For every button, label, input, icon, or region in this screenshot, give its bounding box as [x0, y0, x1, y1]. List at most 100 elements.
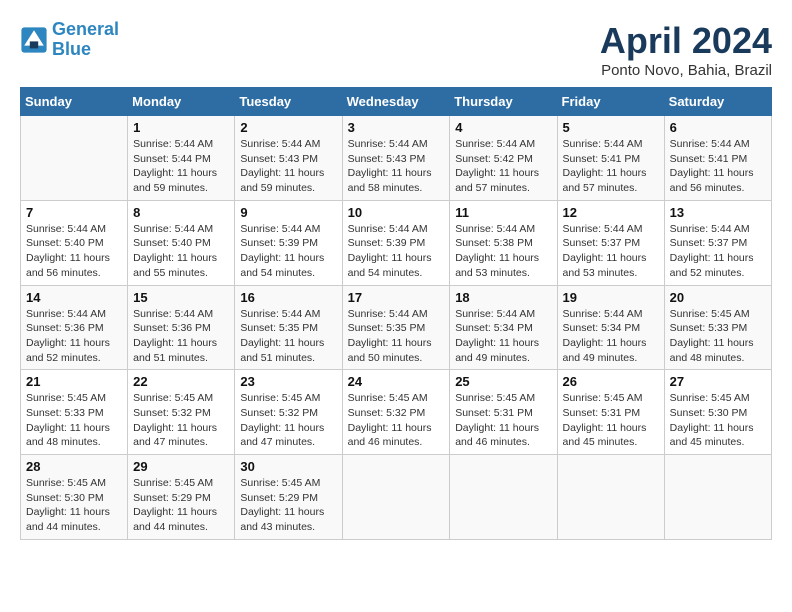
- calendar-cell: [21, 116, 128, 201]
- day-info: Sunrise: 5:45 AM Sunset: 5:32 PM Dayligh…: [240, 391, 336, 450]
- calendar-cell: 26Sunrise: 5:45 AM Sunset: 5:31 PM Dayli…: [557, 370, 664, 455]
- calendar-cell: 20 Sunrise: 5:45 AM Sunset: 5:33 PM Dayli…: [664, 285, 771, 370]
- calendar-cell: 9 Sunrise: 5:44 AM Sunset: 5:39 PM Daylig…: [235, 200, 342, 285]
- day-number: 16: [240, 290, 336, 305]
- calendar-cell: [664, 455, 771, 540]
- day-number: 15: [133, 290, 229, 305]
- calendar-cell: 7 Sunrise: 5:44 AM Sunset: 5:40 PM Daylig…: [21, 200, 128, 285]
- calendar-week-row: 7 Sunrise: 5:44 AM Sunset: 5:40 PM Daylig…: [21, 200, 772, 285]
- day-number: 13: [670, 205, 766, 220]
- column-header-friday: Friday: [557, 88, 664, 116]
- calendar-cell: 14 Sunrise: 5:44 AM Sunset: 5:36 PM Dayli…: [21, 285, 128, 370]
- location-subtitle: Ponto Novo, Bahia, Brazil: [600, 62, 772, 79]
- day-number: 12: [563, 205, 659, 220]
- calendar-cell: [450, 455, 557, 540]
- day-number: 7: [26, 205, 122, 220]
- day-info: Sunrise: 5:44 AM Sunset: 5:39 PM Dayligh…: [240, 222, 336, 281]
- day-info: Sunrise: 5:45 AM Sunset: 5:29 PM Dayligh…: [133, 476, 229, 535]
- day-number: 9: [240, 205, 336, 220]
- month-title: April 2024: [600, 20, 772, 62]
- logo-text: General Blue: [52, 20, 119, 60]
- calendar-table: SundayMondayTuesdayWednesdayThursdayFrid…: [20, 87, 772, 540]
- column-header-thursday: Thursday: [450, 88, 557, 116]
- calendar-body: 1Sunrise: 5:44 AM Sunset: 5:44 PM Daylig…: [21, 116, 772, 540]
- calendar-cell: 23 Sunrise: 5:45 AM Sunset: 5:32 PM Dayli…: [235, 370, 342, 455]
- calendar-cell: 8 Sunrise: 5:44 AM Sunset: 5:40 PM Daylig…: [128, 200, 235, 285]
- calendar-cell: 13 Sunrise: 5:44 AM Sunset: 5:37 PM Dayli…: [664, 200, 771, 285]
- calendar-cell: 28 Sunrise: 5:45 AM Sunset: 5:30 PM Dayli…: [21, 455, 128, 540]
- day-number: 21: [26, 374, 122, 389]
- day-number: 5: [563, 120, 659, 135]
- calendar-cell: 27 Sunrise: 5:45 AM Sunset: 5:30 PM Dayli…: [664, 370, 771, 455]
- day-info: Sunrise: 5:44 AM Sunset: 5:40 PM Dayligh…: [133, 222, 229, 281]
- calendar-cell: 10 Sunrise: 5:44 AM Sunset: 5:39 PM Dayli…: [342, 200, 450, 285]
- day-info: Sunrise: 5:44 AM Sunset: 5:42 PM Dayligh…: [455, 137, 551, 196]
- calendar-cell: 25Sunrise: 5:45 AM Sunset: 5:31 PM Dayli…: [450, 370, 557, 455]
- day-info: Sunrise: 5:44 AM Sunset: 5:38 PM Dayligh…: [455, 222, 551, 281]
- calendar-cell: 19 Sunrise: 5:44 AM Sunset: 5:34 PM Dayli…: [557, 285, 664, 370]
- calendar-cell: 3Sunrise: 5:44 AM Sunset: 5:43 PM Daylig…: [342, 116, 450, 201]
- day-number: 19: [563, 290, 659, 305]
- day-info: Sunrise: 5:44 AM Sunset: 5:43 PM Dayligh…: [240, 137, 336, 196]
- day-number: 8: [133, 205, 229, 220]
- day-info: Sunrise: 5:44 AM Sunset: 5:43 PM Dayligh…: [348, 137, 445, 196]
- day-info: Sunrise: 5:44 AM Sunset: 5:37 PM Dayligh…: [670, 222, 766, 281]
- day-number: 10: [348, 205, 445, 220]
- column-header-saturday: Saturday: [664, 88, 771, 116]
- column-header-wednesday: Wednesday: [342, 88, 450, 116]
- calendar-cell: 5 Sunrise: 5:44 AM Sunset: 5:41 PM Daylig…: [557, 116, 664, 201]
- logo: General Blue: [20, 20, 119, 60]
- day-info: Sunrise: 5:44 AM Sunset: 5:34 PM Dayligh…: [455, 307, 551, 366]
- calendar-cell: 24 Sunrise: 5:45 AM Sunset: 5:32 PM Dayli…: [342, 370, 450, 455]
- day-info: Sunrise: 5:44 AM Sunset: 5:37 PM Dayligh…: [563, 222, 659, 281]
- calendar-cell: 16 Sunrise: 5:44 AM Sunset: 5:35 PM Dayli…: [235, 285, 342, 370]
- calendar-cell: 11 Sunrise: 5:44 AM Sunset: 5:38 PM Dayli…: [450, 200, 557, 285]
- day-number: 18: [455, 290, 551, 305]
- calendar-header-row: SundayMondayTuesdayWednesdayThursdayFrid…: [21, 88, 772, 116]
- day-number: 27: [670, 374, 766, 389]
- day-info: Sunrise: 5:45 AM Sunset: 5:30 PM Dayligh…: [26, 476, 122, 535]
- day-info: Sunrise: 5:45 AM Sunset: 5:33 PM Dayligh…: [26, 391, 122, 450]
- day-info: Sunrise: 5:44 AM Sunset: 5:36 PM Dayligh…: [133, 307, 229, 366]
- day-info: Sunrise: 5:44 AM Sunset: 5:35 PM Dayligh…: [240, 307, 336, 366]
- calendar-week-row: 1Sunrise: 5:44 AM Sunset: 5:44 PM Daylig…: [21, 116, 772, 201]
- day-info: Sunrise: 5:45 AM Sunset: 5:33 PM Dayligh…: [670, 307, 766, 366]
- calendar-cell: 22 Sunrise: 5:45 AM Sunset: 5:32 PM Dayli…: [128, 370, 235, 455]
- column-header-monday: Monday: [128, 88, 235, 116]
- day-number: 14: [26, 290, 122, 305]
- day-number: 2: [240, 120, 336, 135]
- day-number: 30: [240, 459, 336, 474]
- day-number: 6: [670, 120, 766, 135]
- day-number: 28: [26, 459, 122, 474]
- day-info: Sunrise: 5:44 AM Sunset: 5:40 PM Dayligh…: [26, 222, 122, 281]
- day-info: Sunrise: 5:45 AM Sunset: 5:30 PM Dayligh…: [670, 391, 766, 450]
- calendar-cell: 30 Sunrise: 5:45 AM Sunset: 5:29 PM Dayli…: [235, 455, 342, 540]
- calendar-cell: [557, 455, 664, 540]
- day-info: Sunrise: 5:44 AM Sunset: 5:36 PM Dayligh…: [26, 307, 122, 366]
- day-info: Sunrise: 5:44 AM Sunset: 5:41 PM Dayligh…: [563, 137, 659, 196]
- day-number: 20: [670, 290, 766, 305]
- day-number: 23: [240, 374, 336, 389]
- calendar-cell: 18 Sunrise: 5:44 AM Sunset: 5:34 PM Dayli…: [450, 285, 557, 370]
- title-block: April 2024 Ponto Novo, Bahia, Brazil: [600, 20, 772, 79]
- day-number: 26: [563, 374, 659, 389]
- calendar-cell: 21 Sunrise: 5:45 AM Sunset: 5:33 PM Dayli…: [21, 370, 128, 455]
- calendar-week-row: 21 Sunrise: 5:45 AM Sunset: 5:33 PM Dayli…: [21, 370, 772, 455]
- calendar-cell: 17 Sunrise: 5:44 AM Sunset: 5:35 PM Dayli…: [342, 285, 450, 370]
- day-number: 1: [133, 120, 229, 135]
- day-number: 24: [348, 374, 445, 389]
- calendar-cell: 29Sunrise: 5:45 AM Sunset: 5:29 PM Dayli…: [128, 455, 235, 540]
- calendar-cell: [342, 455, 450, 540]
- day-info: Sunrise: 5:45 AM Sunset: 5:32 PM Dayligh…: [133, 391, 229, 450]
- day-info: Sunrise: 5:45 AM Sunset: 5:32 PM Dayligh…: [348, 391, 445, 450]
- calendar-cell: 6Sunrise: 5:44 AM Sunset: 5:41 PM Daylig…: [664, 116, 771, 201]
- day-number: 22: [133, 374, 229, 389]
- day-info: Sunrise: 5:44 AM Sunset: 5:35 PM Dayligh…: [348, 307, 445, 366]
- column-header-tuesday: Tuesday: [235, 88, 342, 116]
- day-info: Sunrise: 5:44 AM Sunset: 5:39 PM Dayligh…: [348, 222, 445, 281]
- day-number: 17: [348, 290, 445, 305]
- day-info: Sunrise: 5:45 AM Sunset: 5:29 PM Dayligh…: [240, 476, 336, 535]
- day-number: 11: [455, 205, 551, 220]
- calendar-week-row: 28 Sunrise: 5:45 AM Sunset: 5:30 PM Dayli…: [21, 455, 772, 540]
- day-info: Sunrise: 5:44 AM Sunset: 5:34 PM Dayligh…: [563, 307, 659, 366]
